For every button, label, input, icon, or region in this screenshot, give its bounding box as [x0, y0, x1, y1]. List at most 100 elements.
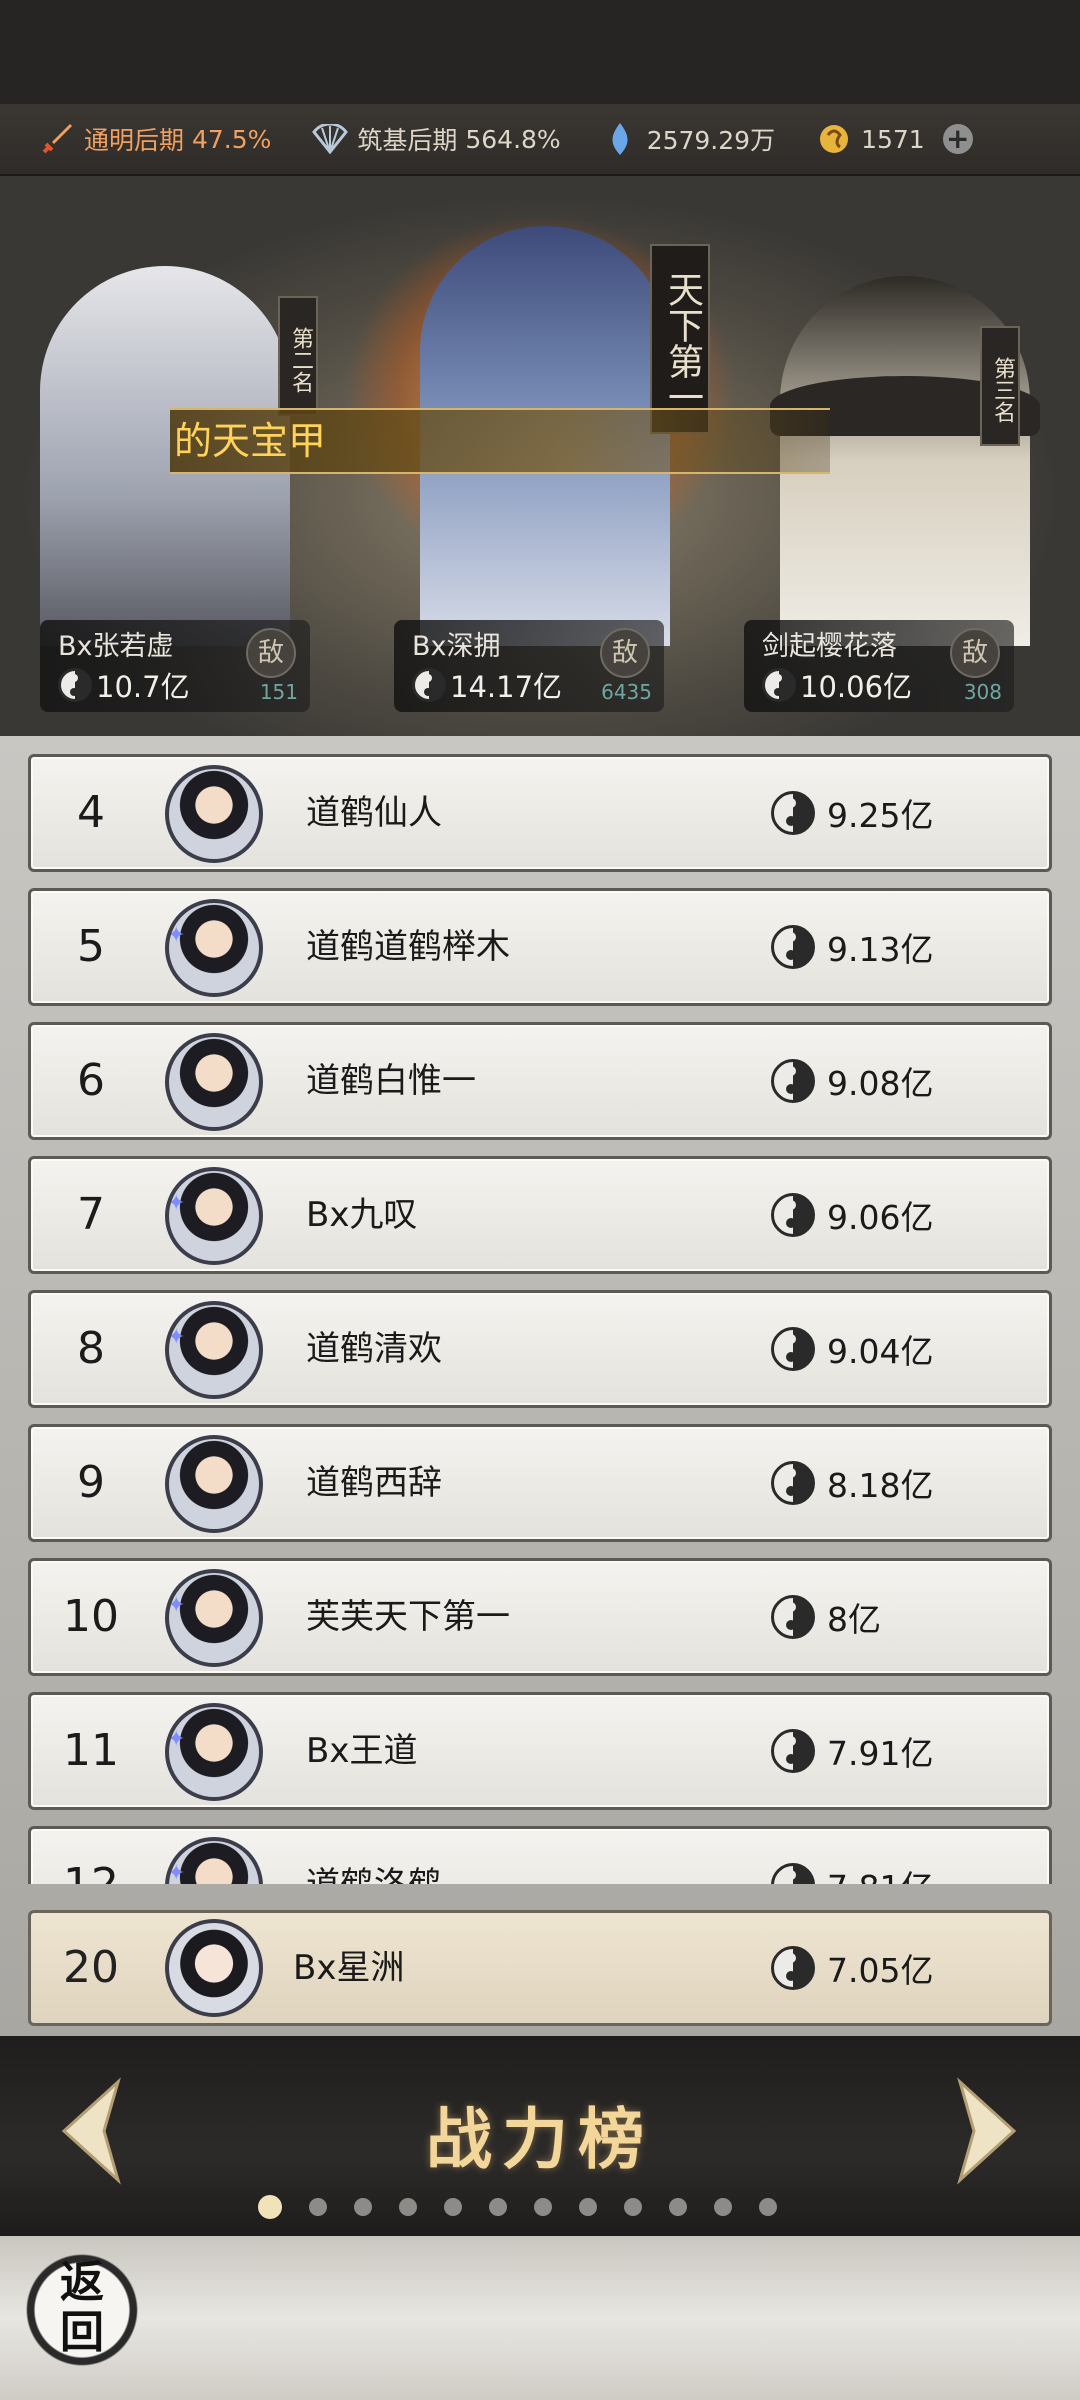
player-name: Bx王道: [306, 1731, 418, 1771]
crystal-icon: [601, 120, 639, 158]
page-dot[interactable]: [534, 2198, 552, 2216]
my-player-power: 7.05亿: [771, 1913, 933, 2023]
chevron-left-icon: [61, 2077, 121, 2185]
page-dot[interactable]: [579, 2198, 597, 2216]
realm-secondary-label: 筑基后期: [357, 126, 458, 155]
page-dot[interactable]: [489, 2198, 507, 2216]
realm-secondary-value: 564.8%: [465, 124, 561, 154]
yin-yang-icon: [771, 925, 815, 969]
second-place-plate[interactable]: Bx张若虚 10.7亿 敌 151: [40, 620, 310, 712]
add-currency-button[interactable]: +: [942, 124, 973, 154]
realm-progress-secondary[interactable]: 筑基后期 564.8%: [311, 120, 561, 158]
ranking-row[interactable]: 4 道鹤仙人 9.25亿: [28, 754, 1052, 872]
avatar[interactable]: [165, 1837, 263, 1884]
power-value: 9.04亿: [827, 1332, 934, 1371]
resource-bar: 通明后期 47.5% 筑基后期 564.8% 2579.29万 1571 +: [0, 104, 1080, 176]
page-dot[interactable]: [624, 2198, 642, 2216]
power-value: 7.91亿: [827, 1734, 934, 1773]
ranking-row[interactable]: 5 道鹤道鹤榉木 9.13亿: [28, 888, 1052, 1006]
power-value: 9.06亿: [827, 1198, 934, 1237]
coin-icon: [815, 120, 853, 158]
power-value: 10.06亿: [800, 670, 913, 704]
page-dot[interactable]: [714, 2198, 732, 2216]
page-dot[interactable]: [354, 2198, 372, 2216]
realm-progress-primary[interactable]: 通明后期 47.5%: [38, 120, 271, 158]
avatar[interactable]: [165, 1301, 263, 1399]
player-power: 9.06亿: [771, 1159, 933, 1271]
player-name: 道鹤清欢: [306, 1329, 442, 1369]
player-power: 9.13亿: [771, 891, 933, 1003]
page-dot[interactable]: [759, 2198, 777, 2216]
back-label-bottom: 回: [60, 2307, 104, 2358]
ranking-row[interactable]: 8 道鹤清欢 9.04亿: [28, 1290, 1052, 1408]
ranking-row[interactable]: 11 Bx王道 7.91亿: [28, 1692, 1052, 1810]
page-dot[interactable]: [669, 2198, 687, 2216]
rank-number: 10: [63, 1591, 119, 1642]
yin-yang-icon: [771, 1729, 815, 1773]
ranking-row[interactable]: 10 芙芙天下第一 8亿: [28, 1558, 1052, 1676]
ranking-row[interactable]: 7 Bx九叹 9.06亿: [28, 1156, 1052, 1274]
power-value: 8亿: [827, 1600, 881, 1639]
challenge-button[interactable]: 敌: [600, 628, 650, 678]
ranking-row[interactable]: 12 道鹤洛鹤 7.81亿: [28, 1826, 1052, 1884]
player-power: 14.17亿: [412, 664, 562, 706]
third-place-banner: 第三名: [980, 326, 1020, 446]
player-name: 道鹤道鹤榉木: [306, 927, 510, 967]
sword-icon: [38, 120, 76, 158]
first-place-plate[interactable]: Bx深拥 14.17亿 敌 6435: [394, 620, 664, 712]
player-power: 7.81亿: [771, 1829, 933, 1884]
ranking-row[interactable]: 9 道鹤西辞 8.18亿: [28, 1424, 1052, 1542]
player-power: 9.25亿: [771, 757, 933, 869]
player-power: 10.06亿: [762, 664, 912, 706]
player-name: Bx深拥: [412, 631, 501, 662]
ranking-row[interactable]: 6 道鹤白惟一 9.08亿: [28, 1022, 1052, 1140]
player-power: 8亿: [771, 1561, 881, 1673]
ranking-list[interactable]: 4 道鹤仙人 9.25亿 5 道鹤道鹤榉木 9.13亿 6 道鹤白惟一 9.08…: [28, 754, 1052, 1884]
rank-number: 6: [77, 1055, 105, 1106]
avatar[interactable]: [165, 1033, 263, 1131]
footer: 返 回: [0, 2236, 1080, 2400]
page-dot[interactable]: [444, 2198, 462, 2216]
avatar[interactable]: [165, 899, 263, 997]
challenge-button[interactable]: 敌: [950, 628, 1000, 678]
my-rank-row[interactable]: 20 Bx星洲 7.05亿: [28, 1910, 1052, 2026]
player-power: 9.08亿: [771, 1025, 933, 1137]
back-label-top: 返: [60, 2257, 104, 2308]
power-value: 7.81亿: [827, 1861, 933, 1884]
yin-yang-icon: [771, 1863, 815, 1884]
spirit-stone-counter[interactable]: 2579.29万: [601, 120, 775, 158]
board-title: 战力榜: [426, 2100, 654, 2178]
avatar[interactable]: [165, 1435, 263, 1533]
player-name: 道鹤西辞: [306, 1463, 442, 1503]
title-ribbon: 的天宝甲: [170, 408, 830, 474]
power-value: 9.13亿: [827, 930, 934, 969]
player-power: 10.7亿: [58, 664, 190, 706]
player-name: Bx九叹: [306, 1195, 418, 1235]
avatar[interactable]: [165, 1167, 263, 1265]
page-dot[interactable]: [309, 2198, 327, 2216]
third-place-plate[interactable]: 剑起樱花落 10.06亿 敌 308: [744, 620, 1014, 712]
previous-board-button[interactable]: [56, 2076, 126, 2186]
page-dot-active[interactable]: [258, 2195, 282, 2219]
yin-yang-icon: [771, 1193, 815, 1237]
power-value: 10.7亿: [96, 670, 190, 704]
rank-number: 4: [77, 787, 105, 838]
back-button[interactable]: 返 回: [22, 2250, 142, 2370]
challenge-button[interactable]: 敌: [246, 628, 296, 678]
yin-yang-icon: [771, 1327, 815, 1371]
my-avatar[interactable]: [165, 1919, 263, 2017]
gold-counter[interactable]: 1571: [815, 120, 925, 158]
page-indicator: [258, 2195, 804, 2219]
my-player-name: Bx星洲: [293, 1948, 405, 1988]
rank-number: 12: [31, 1829, 151, 1884]
avatar[interactable]: [165, 1703, 263, 1801]
avatar[interactable]: [165, 1569, 263, 1667]
page-dot[interactable]: [399, 2198, 417, 2216]
next-board-button[interactable]: [952, 2076, 1022, 2186]
top-wave-decoration: [0, 0, 1080, 104]
power-value: 8.18亿: [827, 1466, 934, 1505]
player-name: 芙芙天下第一: [306, 1597, 510, 1637]
avatar[interactable]: [165, 765, 263, 863]
first-place-banner: 天下第一: [650, 244, 710, 434]
yin-yang-icon: [412, 668, 446, 702]
